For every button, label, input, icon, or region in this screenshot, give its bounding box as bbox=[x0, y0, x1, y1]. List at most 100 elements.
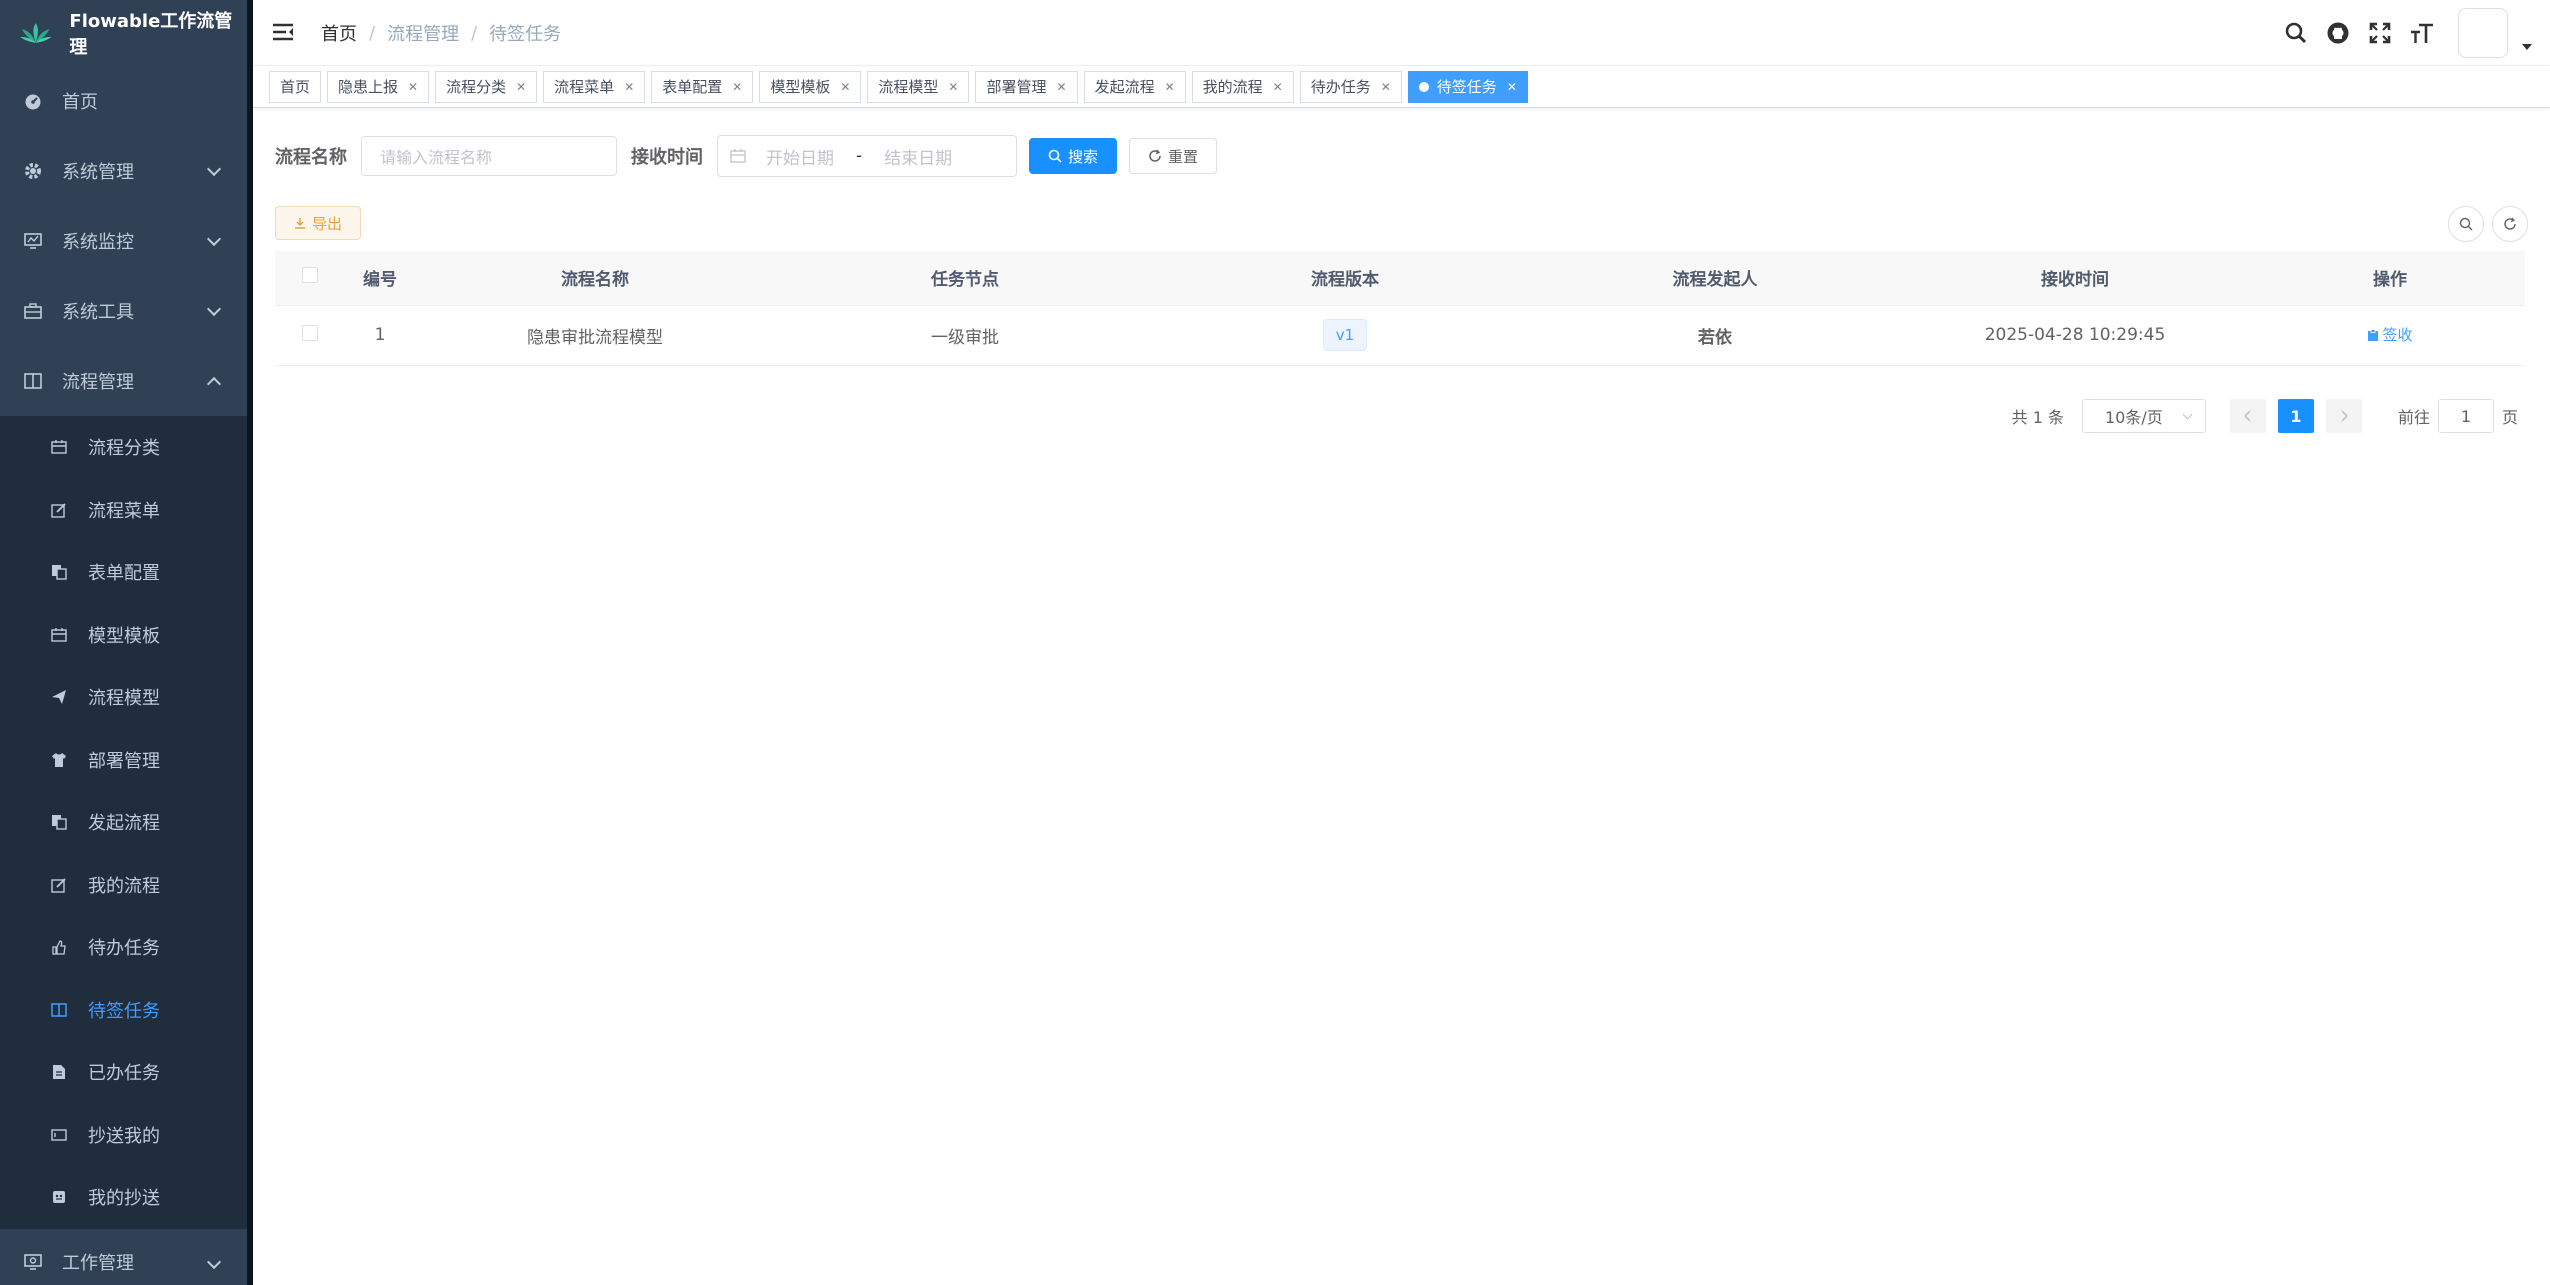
close-icon[interactable]: ✕ bbox=[840, 80, 850, 94]
search-button[interactable]: 搜索 bbox=[1029, 138, 1118, 174]
close-icon[interactable]: ✕ bbox=[1507, 80, 1517, 94]
tab-hazard-report[interactable]: 隐患上报 ✕ bbox=[327, 70, 430, 103]
cell-action: 签收 bbox=[2255, 305, 2525, 366]
sidebar-item-system[interactable]: 系统管理 bbox=[0, 136, 247, 206]
fullscreen-icon[interactable] bbox=[2368, 21, 2392, 45]
top-navbar: 首页 / 流程管理 / 待签任务 bbox=[253, 0, 2550, 66]
tab-process-menu[interactable]: 流程菜单 ✕ bbox=[543, 70, 646, 103]
toggle-search-button[interactable] bbox=[2448, 206, 2484, 242]
sidebar-item-monitor[interactable]: 系统监控 bbox=[0, 206, 247, 276]
caret-down-icon[interactable] bbox=[2522, 44, 2532, 50]
claim-button[interactable]: 签收 bbox=[2367, 324, 2413, 345]
tab-label: 待办任务 bbox=[1310, 78, 1371, 96]
sidebar-item-home[interactable]: 首页 bbox=[0, 66, 247, 136]
row-checkbox[interactable] bbox=[302, 324, 318, 341]
sidebar-item-todo[interactable]: 待办任务 bbox=[0, 916, 247, 979]
sidebar-item-model-template[interactable]: 模型模板 bbox=[0, 604, 247, 667]
close-icon[interactable]: ✕ bbox=[516, 80, 526, 94]
app-logo[interactable]: Flowable工作流管理 bbox=[0, 0, 247, 66]
tab-my-process[interactable]: 我的流程 ✕ bbox=[1191, 70, 1294, 103]
goto-label: 前往 bbox=[2397, 408, 2430, 427]
column-header: 流程发起人 bbox=[1535, 251, 1895, 306]
process-name-input[interactable]: 请输入流程名称 bbox=[361, 136, 617, 176]
search-icon bbox=[2459, 217, 2473, 231]
calendar-icon bbox=[50, 626, 68, 644]
sidebar-item-process-model[interactable]: 流程模型 bbox=[0, 666, 247, 729]
tab-label: 部署管理 bbox=[986, 78, 1047, 96]
process-submenu: 流程分类 流程菜单 表单配置 模型模板 流程模型 部署管理 发起流程 我的流程 bbox=[0, 416, 247, 1229]
book-icon bbox=[50, 1001, 68, 1019]
monitor-icon bbox=[24, 1253, 42, 1271]
tab-deploy[interactable]: 部署管理 ✕ bbox=[975, 70, 1078, 103]
export-button[interactable]: 导出 bbox=[275, 206, 362, 240]
end-date-placeholder[interactable]: 结束日期 bbox=[884, 144, 952, 169]
receive-time-range[interactable]: 开始日期 - 结束日期 bbox=[717, 135, 1017, 177]
hamburger-toggle-icon[interactable] bbox=[272, 22, 294, 42]
tab-process-model[interactable]: 流程模型 ✕ bbox=[867, 70, 970, 103]
sidebar-item-cc-me[interactable]: 抄送我的 bbox=[0, 1104, 247, 1167]
close-icon[interactable]: ✕ bbox=[408, 80, 418, 94]
sidebar-item-claim[interactable]: 待签任务 bbox=[0, 979, 247, 1042]
select-all-cell bbox=[275, 251, 345, 306]
avatar[interactable] bbox=[2458, 8, 2508, 58]
sidebar-item-label: 模型模板 bbox=[88, 625, 160, 647]
tab-start-process[interactable]: 发起流程 ✕ bbox=[1083, 70, 1186, 103]
close-icon[interactable]: ✕ bbox=[732, 80, 742, 94]
tab-claim-active[interactable]: 待签任务 ✕ bbox=[1407, 70, 1528, 103]
sidebar-item-start-process[interactable]: 发起流程 bbox=[0, 791, 247, 854]
close-icon[interactable]: ✕ bbox=[1273, 80, 1283, 94]
close-icon[interactable]: ✕ bbox=[948, 80, 958, 94]
sidebar-item-form-config[interactable]: 表单配置 bbox=[0, 541, 247, 604]
cell-id: 1 bbox=[345, 305, 415, 366]
column-header: 流程版本 bbox=[1155, 251, 1535, 306]
table-header-row: 编号 流程名称 任务节点 流程版本 流程发起人 接收时间 操作 bbox=[275, 251, 2525, 306]
sidebar-item-tools[interactable]: 系统工具 bbox=[0, 276, 247, 346]
github-icon[interactable] bbox=[2326, 21, 2350, 45]
page-number-current[interactable]: 1 bbox=[2277, 399, 2314, 433]
chevron-right-icon bbox=[2341, 410, 2348, 422]
sidebar-item-done[interactable]: 已办任务 bbox=[0, 1041, 247, 1104]
close-icon[interactable]: ✕ bbox=[1165, 80, 1175, 94]
table-row: 1 隐患审批流程模型 一级审批 v1 若依 2025-04-28 10:29:4… bbox=[275, 305, 2525, 366]
export-button-label: 导出 bbox=[312, 214, 343, 233]
process-book-icon bbox=[24, 372, 42, 390]
prev-page-button[interactable] bbox=[2229, 399, 2266, 433]
close-icon[interactable]: ✕ bbox=[624, 80, 634, 94]
sidebar-item-label: 首页 bbox=[62, 92, 98, 113]
sidebar-item-work[interactable]: 工作管理 bbox=[0, 1229, 247, 1285]
monitor-icon bbox=[24, 232, 42, 250]
breadcrumb-home[interactable]: 首页 bbox=[321, 20, 357, 46]
main-content: 流程名称 请输入流程名称 接收时间 开始日期 - 结束日期 搜索 重置 导出 编… bbox=[253, 109, 2550, 1285]
tab-home[interactable]: 首页 bbox=[269, 70, 322, 103]
close-icon[interactable]: ✕ bbox=[1381, 80, 1391, 94]
sidebar-item-process-category[interactable]: 流程分类 bbox=[0, 416, 247, 479]
lotus-logo-icon bbox=[20, 23, 52, 43]
sidebar-item-my-cc[interactable]: 我的抄送 bbox=[0, 1166, 247, 1229]
sidebar-item-process[interactable]: 流程管理 bbox=[0, 346, 247, 416]
goto-page-input[interactable]: 1 bbox=[2437, 399, 2494, 433]
sidebar-item-process-menu[interactable]: 流程菜单 bbox=[0, 479, 247, 542]
page-size-value: 10条/页 bbox=[2104, 408, 2163, 427]
reset-button[interactable]: 重置 bbox=[1129, 138, 1218, 174]
document-icon bbox=[50, 1063, 68, 1081]
search-icon[interactable] bbox=[2284, 21, 2308, 45]
tab-todo[interactable]: 待办任务 ✕ bbox=[1299, 70, 1402, 103]
select-all-checkbox[interactable] bbox=[302, 267, 318, 284]
tab-label: 隐患上报 bbox=[338, 78, 399, 96]
next-page-button[interactable] bbox=[2325, 399, 2362, 433]
sidebar-item-deploy[interactable]: 部署管理 bbox=[0, 729, 247, 792]
start-date-placeholder[interactable]: 开始日期 bbox=[766, 144, 834, 169]
page-suffix: 页 bbox=[2501, 408, 2518, 427]
font-size-icon[interactable] bbox=[2410, 21, 2434, 45]
sidebar-item-label: 部署管理 bbox=[88, 750, 160, 772]
page-size-select[interactable]: 10条/页 bbox=[2081, 399, 2206, 433]
close-icon[interactable]: ✕ bbox=[1057, 80, 1067, 94]
sidebar-item-my-process[interactable]: 我的流程 bbox=[0, 854, 247, 917]
tab-form-config[interactable]: 表单配置 ✕ bbox=[651, 70, 754, 103]
row-select-cell bbox=[275, 305, 345, 366]
cell-initiator: 若依 bbox=[1535, 305, 1895, 366]
tab-model-template[interactable]: 模型模板 ✕ bbox=[759, 70, 862, 103]
tab-process-category[interactable]: 流程分类 ✕ bbox=[435, 70, 538, 103]
column-header: 流程名称 bbox=[415, 251, 775, 306]
refresh-table-button[interactable] bbox=[2492, 206, 2528, 242]
